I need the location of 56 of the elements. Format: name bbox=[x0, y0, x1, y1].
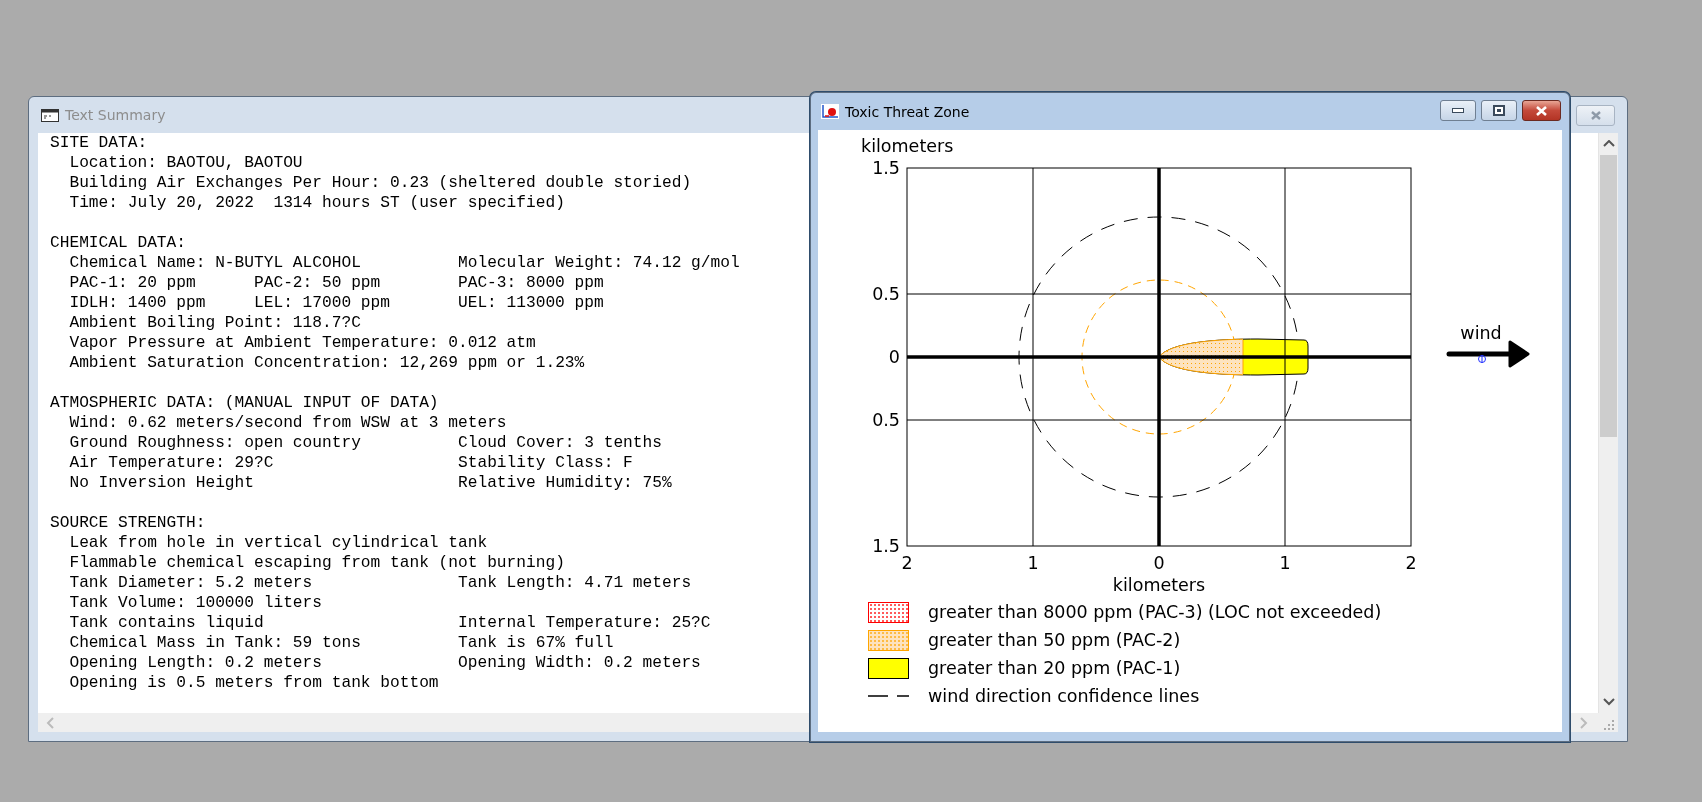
summary-text: Time: July 20, 2022 1314 hours ST (user specified) bbox=[69, 193, 565, 213]
legend-label: wind direction confidence lines bbox=[928, 686, 1200, 706]
tick-label: 1.5 bbox=[872, 158, 900, 178]
summary-text: Stability Class: F bbox=[458, 453, 633, 473]
summary-text: LEL: 17000 ppm bbox=[254, 293, 390, 313]
tick-label: 1 bbox=[1027, 553, 1039, 573]
summary-text: Internal Temperature: 25?C bbox=[458, 613, 711, 633]
summary-text: PAC-1: 20 ppm bbox=[69, 273, 196, 293]
tick-label: 1 bbox=[1279, 553, 1291, 573]
tick-label: 1.5 bbox=[872, 536, 900, 556]
summary-text: Ground Roughness: open country bbox=[69, 433, 361, 453]
summary-text: Wind: 0.62 meters/second from WSW at 3 meters bbox=[69, 413, 507, 433]
summary-text: Tank Diameter: 5.2 meters bbox=[69, 573, 313, 593]
section-heading: CHEMICAL DATA: bbox=[50, 233, 186, 253]
summary-text: Tank contains liquid bbox=[69, 613, 264, 633]
summary-text: Molecular Weight: 74.12 g/mol bbox=[458, 253, 740, 273]
summary-text: Opening Width: 0.2 meters bbox=[458, 653, 701, 673]
tick-label: 2 bbox=[901, 553, 913, 573]
summary-text: UEL: 113000 ppm bbox=[457, 293, 604, 313]
summary-text: Leak from hole in vertical cylindrical tank bbox=[69, 533, 488, 553]
legend-label: greater than 20 ppm (PAC-1) bbox=[928, 658, 1181, 678]
summary-text: Cloud Cover: 3 tenths bbox=[458, 433, 662, 453]
legend-label: greater than 50 ppm (PAC-2) bbox=[928, 630, 1181, 650]
summary-text: Building Air Exchanges Per Hour: 0.23 (sheltered double storied) bbox=[69, 173, 692, 193]
summary-text: Ambient Boiling Point: 118.7?C bbox=[69, 313, 361, 333]
summary-text: No Inversion Height bbox=[69, 473, 254, 493]
summary-text: Chemical Mass in Tank: 59 tons bbox=[69, 633, 361, 653]
summary-text: Tank Volume: 100000 liters bbox=[69, 593, 322, 613]
tick-label: 0.5 bbox=[872, 284, 900, 304]
summary-text: Tank is 67% full bbox=[458, 633, 614, 653]
summary-text: PAC-2: 50 ppm bbox=[254, 273, 381, 293]
summary-text: IDLH: 1400 ppm bbox=[69, 293, 206, 313]
window-title: Toxic Threat Zone bbox=[845, 103, 970, 120]
summary-text: Air Temperature: 29?C bbox=[69, 453, 274, 473]
axis-label: kilometers bbox=[861, 136, 954, 156]
axis-label: kilometers bbox=[1112, 575, 1206, 595]
summary-text: Opening is 0.5 meters from tank bottom bbox=[69, 673, 439, 693]
summary-text: Vapor Pressure at Ambient Temperature: 0.012 atm bbox=[69, 333, 536, 353]
summary-text: Chemical Name: N-BUTYL ALCOHOL bbox=[69, 253, 361, 273]
tick-label: 2 bbox=[1405, 553, 1417, 573]
section-heading: SOURCE STRENGTH: bbox=[50, 513, 206, 533]
summary-text: Relative Humidity: 75% bbox=[458, 473, 672, 493]
tick-label: 0.5 bbox=[872, 410, 900, 430]
summary-text: Opening Length: 0.2 meters bbox=[69, 653, 322, 673]
summary-text: Ambient Saturation Concentration: 12,269 ppm or 1.23% bbox=[69, 353, 585, 373]
tick-label: 0 bbox=[1153, 553, 1165, 573]
legend-label: greater than 8000 ppm (PAC-3) (LOC not exceeded) bbox=[928, 602, 1382, 622]
summary-text: Tank Length: 4.71 meters bbox=[458, 573, 692, 593]
section-heading: ATMOSPHERIC DATA: (MANUAL INPUT OF DATA) bbox=[50, 393, 439, 413]
wind-label: wind bbox=[1460, 323, 1502, 343]
window-title: Text Summary bbox=[65, 107, 166, 123]
summary-text: Location: BAOTOU, BAOTOU bbox=[69, 153, 303, 173]
section-heading: SITE DATA: bbox=[50, 133, 148, 153]
summary-text: PAC-3: 8000 ppm bbox=[457, 273, 604, 293]
summary-text: Flammable chemical escaping from tank (not burning) bbox=[69, 553, 565, 573]
tick-label: 0 bbox=[888, 347, 900, 367]
